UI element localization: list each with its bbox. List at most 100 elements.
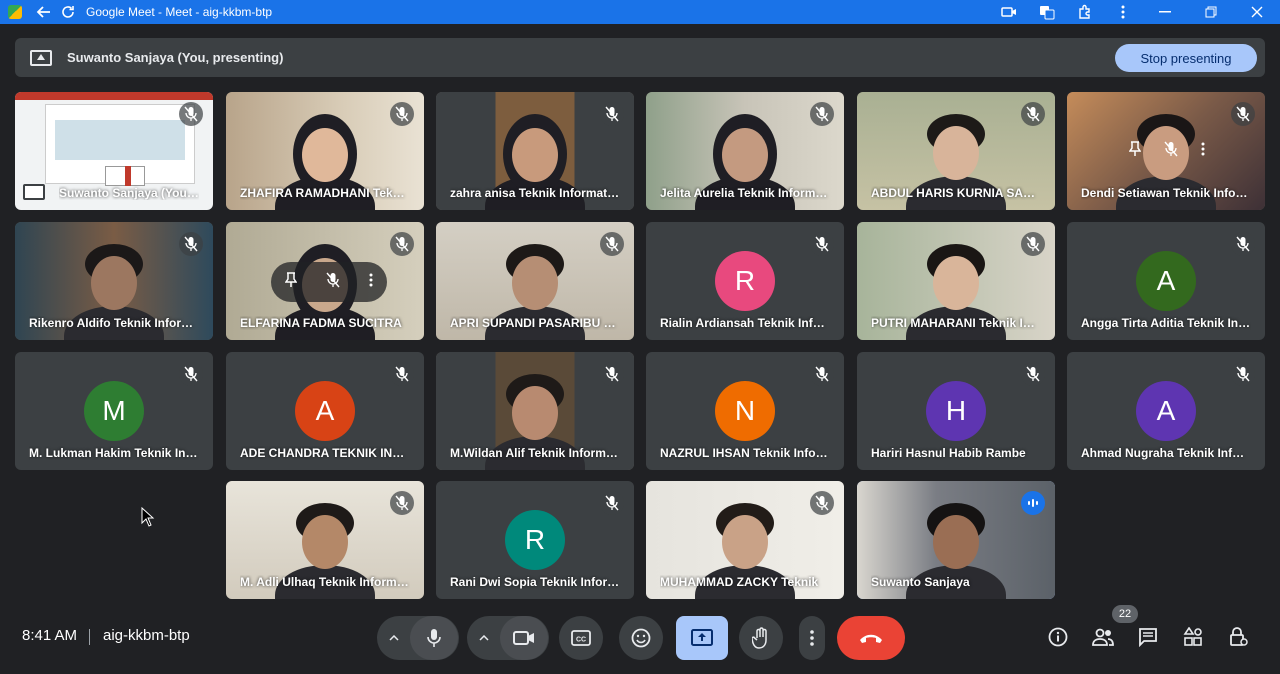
speaking-indicator-icon (1021, 491, 1045, 515)
close-icon[interactable] (1234, 0, 1280, 24)
mic-muted-icon (600, 362, 624, 386)
audio-options-chevron-icon[interactable] (378, 635, 410, 641)
participant-name: Suwanto Sanjaya (You, presenting) (59, 186, 199, 200)
participant-tile[interactable]: Dendi Setiawan Teknik Informatika (1067, 92, 1265, 210)
window-title: Google Meet - Meet - aig-kkbm-btp (86, 5, 273, 19)
mic-muted-icon (810, 491, 834, 515)
presenting-banner: Suwanto Sanjaya (You, presenting) Stop p… (15, 38, 1265, 77)
participant-name: Rialin Ardiansah Teknik Informatika (660, 316, 830, 330)
stop-presenting-button[interactable]: Stop presenting (1115, 44, 1257, 72)
participant-tile[interactable]: Suwanto Sanjaya (You, presenting) (15, 92, 213, 210)
participant-tile[interactable]: Jelita Aurelia Teknik Informatika (646, 92, 844, 210)
mic-muted-icon (179, 102, 203, 126)
participant-tile[interactable]: MUHAMMAD ZACKY Teknik (646, 481, 844, 599)
participant-tile[interactable]: PUTRI MAHARANI Teknik Informatika (857, 222, 1055, 340)
emoji-reaction-button[interactable] (619, 616, 663, 660)
participant-tile[interactable]: A Ahmad Nugraha Teknik Informatika (1067, 352, 1265, 470)
mic-muted-icon (1231, 362, 1255, 386)
participant-tile[interactable]: Suwanto Sanjaya (857, 481, 1055, 599)
participant-name: Suwanto Sanjaya (871, 575, 970, 589)
raise-hand-button[interactable] (739, 616, 783, 660)
camera-control (467, 616, 549, 660)
present-now-button[interactable] (676, 616, 728, 660)
avatar: A (295, 381, 355, 441)
presenting-label: Suwanto Sanjaya (You, presenting) (67, 50, 284, 65)
minimize-icon[interactable] (1142, 0, 1188, 24)
participant-name: ADE CHANDRA TEKNIK INFORMATIKA (240, 446, 410, 460)
captions-button[interactable]: CC (559, 616, 603, 660)
mic-muted-icon (1021, 232, 1045, 256)
browser-title-bar: Google Meet - Meet - aig-kkbm-btp (0, 0, 1280, 24)
participant-tile[interactable]: R Rani Dwi Sopia Teknik Informatika (436, 481, 634, 599)
translate-icon[interactable] (1028, 0, 1066, 24)
mute-participant-icon[interactable] (326, 272, 340, 293)
more-vert-icon[interactable] (1104, 0, 1142, 24)
mic-muted-icon (810, 102, 834, 126)
activities-icon[interactable] (1170, 623, 1215, 651)
participant-name: Ahmad Nugraha Teknik Informatika (1081, 446, 1251, 460)
participant-name: Hariri Hasnul Habib Rambe (871, 446, 1026, 460)
avatar: N (715, 381, 775, 441)
participant-name: zahra anisa Teknik Informatika (450, 186, 620, 200)
participant-tile[interactable]: M M. Lukman Hakim Teknik Informatika (15, 352, 213, 470)
pin-icon[interactable] (1128, 140, 1142, 162)
participant-name: Angga Tirta Aditia Teknik Informatika (1081, 316, 1251, 330)
leave-call-button[interactable] (837, 616, 905, 660)
mic-muted-icon (179, 362, 203, 386)
people-icon[interactable] (1080, 623, 1125, 651)
meeting-details-icon[interactable] (1035, 623, 1080, 651)
participant-name: APRI SUPANDI PASARIBU Teknik (450, 316, 620, 330)
participant-tile[interactable]: ELFARINA FADMA SUCITRA (226, 222, 424, 340)
mic-muted-icon (179, 232, 203, 256)
participant-name: MUHAMMAD ZACKY Teknik (660, 575, 819, 589)
video-options-chevron-icon[interactable] (468, 635, 500, 641)
host-controls-icon[interactable] (1215, 623, 1260, 651)
mic-muted-icon (600, 491, 624, 515)
participant-tile[interactable]: A Angga Tirta Aditia Teknik Informatika (1067, 222, 1265, 340)
tile-hover-controls (1117, 136, 1217, 166)
mouse-cursor-icon (141, 506, 155, 532)
people-count-badge: 22 (1112, 605, 1138, 623)
camera-icon[interactable] (990, 0, 1028, 24)
participant-name: M. Lukman Hakim Teknik Informatika (29, 446, 199, 460)
participant-tile[interactable]: ZHAFIRA RAMADHANI Teknik Informatika (226, 92, 424, 210)
participant-tile[interactable]: A ADE CHANDRA TEKNIK INFORMATIKA (226, 352, 424, 470)
mic-muted-icon (390, 362, 414, 386)
chat-icon[interactable] (1125, 623, 1170, 651)
tile-more-icon[interactable] (1201, 142, 1205, 161)
mic-muted-icon (600, 102, 624, 126)
participant-tile[interactable]: M.Wildan Alif Teknik Informatika (436, 352, 634, 470)
more-options-button[interactable] (799, 616, 825, 660)
mic-muted-icon (810, 362, 834, 386)
meeting-controls-bar: 8:41 AM aig-kkbm-btp CC (0, 610, 1280, 664)
camera-button[interactable] (500, 616, 548, 660)
participant-tile[interactable]: Rikenro Aldifo Teknik Informatika (15, 222, 213, 340)
mic-muted-icon (1231, 102, 1255, 126)
mic-muted-icon (390, 102, 414, 126)
reload-icon[interactable] (56, 0, 80, 24)
participant-tile[interactable]: zahra anisa Teknik Informatika (436, 92, 634, 210)
mic-muted-icon (1231, 232, 1255, 256)
participant-tile[interactable]: R Rialin Ardiansah Teknik Informatika (646, 222, 844, 340)
participant-tile[interactable]: APRI SUPANDI PASARIBU Teknik (436, 222, 634, 340)
participant-tile[interactable]: M. Adli Ulhaq Teknik Informatika (226, 481, 424, 599)
participant-tile[interactable]: N NAZRUL IHSAN Teknik Informatika (646, 352, 844, 470)
tile-hover-controls (271, 262, 387, 302)
participant-name: ABDUL HARIS KURNIA SAPUTRA (871, 186, 1041, 200)
participant-tile[interactable]: H Hariri Hasnul Habib Rambe (857, 352, 1055, 470)
participant-tile[interactable]: ABDUL HARIS KURNIA SAPUTRA (857, 92, 1055, 210)
svg-text:CC: CC (576, 637, 586, 644)
tile-more-icon[interactable] (369, 273, 373, 292)
maximize-icon[interactable] (1188, 0, 1234, 24)
participant-name: M.Wildan Alif Teknik Informatika (450, 446, 620, 460)
extensions-icon[interactable] (1066, 0, 1104, 24)
pin-icon[interactable] (284, 271, 298, 293)
mute-participant-icon[interactable] (1164, 141, 1178, 162)
back-icon[interactable] (32, 0, 56, 24)
mic-muted-icon (390, 491, 414, 515)
side-panel-controls (1035, 623, 1260, 651)
avatar: M (84, 381, 144, 441)
microphone-button[interactable] (410, 616, 458, 660)
participant-name: M. Adli Ulhaq Teknik Informatika (240, 575, 410, 589)
avatar: R (505, 510, 565, 570)
